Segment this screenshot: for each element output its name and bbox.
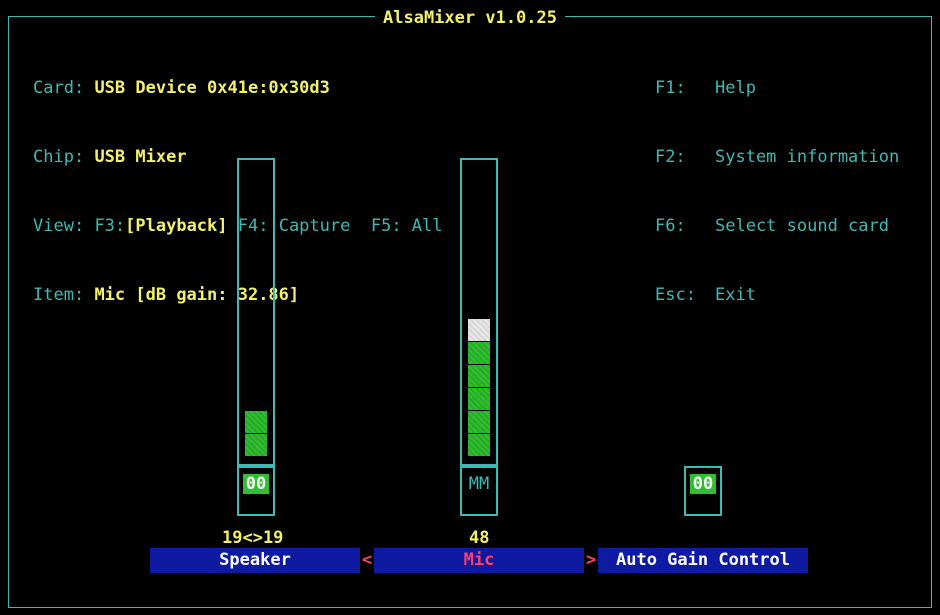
view-label: View: (33, 216, 85, 236)
selection-left-arrow: < (362, 550, 373, 570)
app-title: AlsaMixer v1.0.25 (375, 8, 565, 28)
menu-key: F2: (655, 147, 686, 167)
volume-bar-segment (468, 434, 490, 456)
volume-bar-segment (468, 319, 490, 341)
speaker-mute-indicator: 00 (242, 474, 270, 494)
volume-bar-segment (468, 342, 490, 364)
card-label: Card: (33, 78, 85, 98)
menu-label: Exit (715, 285, 756, 305)
menu-item-system-information[interactable]: F2: System information (655, 146, 899, 169)
auto-gain-control-indicator: 00 (689, 474, 717, 494)
volume-bar-segment (468, 411, 490, 433)
speaker-volume-slider[interactable] (237, 158, 275, 466)
mic-volume-bar (468, 168, 490, 456)
channel-name-speaker[interactable]: Speaker (150, 548, 360, 573)
card-row: Card: USB Device 0x41e:0x30d3 (33, 77, 443, 100)
menu-item-select-sound-card[interactable]: F6: Select sound card (655, 215, 899, 238)
speaker-level: 19<>19 (222, 528, 284, 548)
mic-mute-toggle[interactable]: MM (460, 466, 498, 516)
volume-bar-segment (468, 365, 490, 387)
item-label: Item: (33, 285, 85, 305)
mic-level: 48 (469, 528, 490, 548)
channel-name-auto-gain-control[interactable]: Auto Gain Control (598, 548, 808, 573)
view-f5-all[interactable]: F5: All (371, 216, 443, 236)
menu-key: Esc: (655, 285, 696, 305)
menu-item-exit[interactable]: Esc: Exit (655, 284, 899, 307)
volume-bar-segment (245, 434, 267, 456)
menu-label: Help (715, 78, 756, 98)
speaker-mute-toggle[interactable]: 00 (237, 466, 275, 516)
speaker-volume-bar (245, 168, 267, 456)
menu-label: System information (715, 147, 900, 167)
menu-key: F6: (655, 216, 686, 236)
mic-mute-indicator: MM (468, 474, 490, 494)
menu-key: F1: (655, 78, 686, 98)
view-f3-key[interactable]: F3: (94, 216, 125, 236)
volume-bar-segment (245, 411, 267, 433)
mic-volume-slider[interactable] (460, 158, 498, 466)
chip-value: USB Mixer (94, 147, 187, 167)
card-value: USB Device 0x41e:0x30d3 (94, 78, 330, 98)
menu-label: Select sound card (715, 216, 889, 236)
chip-label: Chip: (33, 147, 85, 167)
auto-gain-control-toggle[interactable]: 00 (684, 466, 722, 516)
view-f3-playback[interactable]: [Playback] (125, 216, 227, 236)
volume-bar-segment (468, 388, 490, 410)
key-menu: F1: Help F2: System information F6: Select … (655, 31, 899, 330)
selection-right-arrow: > (586, 550, 597, 570)
menu-item-help[interactable]: F1: Help (655, 77, 899, 100)
channel-name-mic[interactable]: Mic (374, 548, 584, 573)
